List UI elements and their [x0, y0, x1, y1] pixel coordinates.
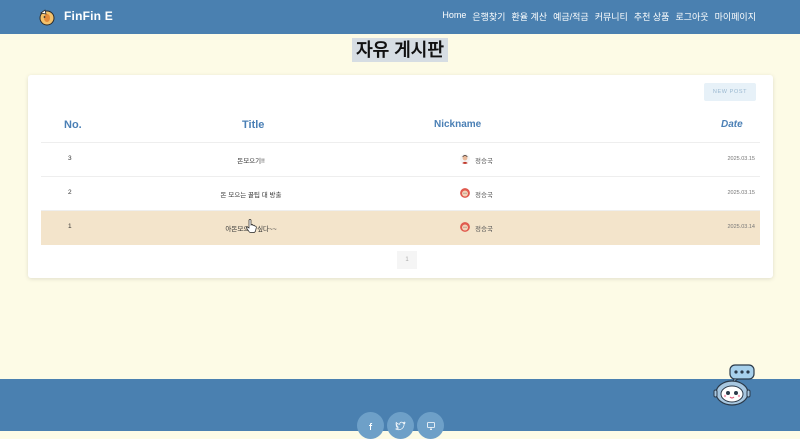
nav-home[interactable]: Home: [442, 10, 466, 23]
nav-bank-finder[interactable]: 은행찾기: [472, 10, 505, 23]
column-header-no: No.: [64, 119, 82, 131]
avatar-icon: [460, 154, 470, 164]
avatar-icon: [460, 222, 470, 232]
nav-exchange-calculator[interactable]: 환율 계산: [511, 10, 547, 23]
column-header-date: Date: [721, 119, 743, 130]
nav-deposit-savings[interactable]: 예금/적금: [553, 10, 589, 23]
row-nickname: 정승국: [475, 226, 493, 233]
table-row[interactable]: 1 아돈모으고 싶다~~ 정승국 2025.03.14: [41, 210, 760, 245]
row-number: 1: [68, 223, 72, 230]
twitter-icon[interactable]: [387, 412, 414, 439]
facebook-icon[interactable]: [357, 412, 384, 439]
avatar-icon: [460, 188, 470, 198]
column-header-title: Title: [242, 119, 265, 131]
row-number: 2: [68, 189, 72, 196]
table-row[interactable]: 2 돈 모으는 꿀팁 대 방출 정승국 2025.03.15: [41, 176, 760, 211]
row-date: 2025.03.14: [727, 224, 755, 230]
monitor-icon[interactable]: [417, 412, 444, 439]
page-title-wrapper: 자유 게시판: [0, 38, 800, 62]
row-title[interactable]: 돈모으기!!: [201, 155, 301, 165]
brand-logo-icon[interactable]: [38, 8, 56, 26]
row-nickname: 정승국: [475, 192, 493, 199]
row-date: 2025.03.15: [727, 156, 755, 162]
brand-name[interactable]: FinFin E: [64, 9, 113, 23]
table-row[interactable]: 3 돈모으기!! 정승국 2025.03.15: [41, 142, 760, 177]
nav-community[interactable]: 커뮤니티: [595, 10, 628, 23]
navbar: FinFin E Home 은행찾기 환율 계산 예금/적금 커뮤니티 추천 상…: [0, 0, 800, 34]
board-card: NEW POST No. Title Nickname Date 3 돈모으기!…: [28, 75, 773, 278]
row-nickname: 정승국: [475, 158, 493, 165]
nav-mypage[interactable]: 마이페이지: [715, 10, 756, 23]
row-title[interactable]: 돈 모으는 꿀팁 대 방출: [201, 189, 301, 199]
new-post-button[interactable]: NEW POST: [704, 83, 756, 101]
row-number: 3: [68, 155, 72, 162]
page-title: 자유 게시판: [352, 38, 448, 62]
nav-menu: Home 은행찾기 환율 계산 예금/적금 커뮤니티 추천 상품 로그아웃 마이…: [442, 10, 756, 23]
robot-chat-icon[interactable]: [712, 364, 758, 408]
footer: [0, 379, 800, 439]
column-header-nickname: Nickname: [434, 119, 482, 130]
hand-cursor-icon: [245, 219, 257, 233]
nav-logout[interactable]: 로그아웃: [675, 10, 708, 23]
nav-recommended-products[interactable]: 추천 상품: [634, 10, 670, 23]
row-date: 2025.03.15: [727, 190, 755, 196]
pagination-page-button[interactable]: 1: [397, 251, 417, 269]
